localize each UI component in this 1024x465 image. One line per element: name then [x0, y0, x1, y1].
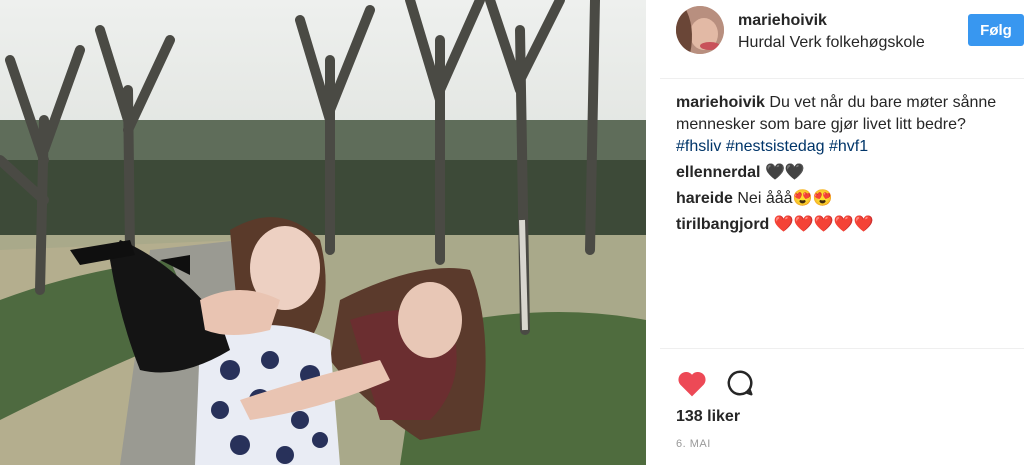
comment-username[interactable]: tirilbangjord	[676, 216, 769, 233]
avatar[interactable]	[676, 6, 724, 54]
comment: ellennerdal 🖤🖤	[676, 162, 1022, 184]
photo-illustration	[0, 0, 646, 465]
comment: tirilbangjord ❤️❤️❤️❤️❤️	[676, 214, 1022, 236]
comment-username[interactable]: ellennerdal	[676, 164, 760, 181]
post-view: mariehoivik Hurdal Verk folkehøgskole Fø…	[0, 0, 1024, 465]
hashtag-link[interactable]: #hvf1	[829, 138, 868, 155]
comment-text: ❤️❤️❤️❤️❤️	[773, 216, 874, 233]
hashtag-link[interactable]: #fhsliv	[676, 138, 721, 155]
likes-count[interactable]: 138 liker	[676, 408, 740, 426]
post-date[interactable]: 6. MAI	[676, 438, 711, 450]
username-link[interactable]: mariehoivik	[738, 12, 827, 30]
comment: hareide Nei ååå😍😍	[676, 188, 1022, 210]
comment-text: 🖤🖤	[764, 164, 805, 181]
comment-icon[interactable]	[724, 368, 756, 398]
post-header: mariehoivik Hurdal Verk folkehøgskole Fø…	[660, 0, 1024, 79]
comments-list: mariehoivik Du vet når du bare møter sån…	[676, 92, 1022, 240]
comment-text: Nei ååå😍😍	[737, 190, 833, 207]
post-sidebar: mariehoivik Hurdal Verk folkehøgskole Fø…	[660, 0, 1024, 465]
hashtag-link[interactable]: #nestsistedag	[726, 138, 825, 155]
avatar-image	[676, 6, 724, 54]
follow-button[interactable]: Følg	[968, 14, 1024, 46]
caption-username[interactable]: mariehoivik	[676, 94, 765, 111]
comment-username[interactable]: hareide	[676, 190, 733, 207]
heart-icon[interactable]	[676, 368, 708, 398]
post-photo[interactable]	[0, 0, 646, 465]
divider	[660, 348, 1024, 349]
caption: mariehoivik Du vet når du bare møter sån…	[676, 92, 1022, 158]
location-link[interactable]: Hurdal Verk folkehøgskole	[738, 34, 925, 52]
